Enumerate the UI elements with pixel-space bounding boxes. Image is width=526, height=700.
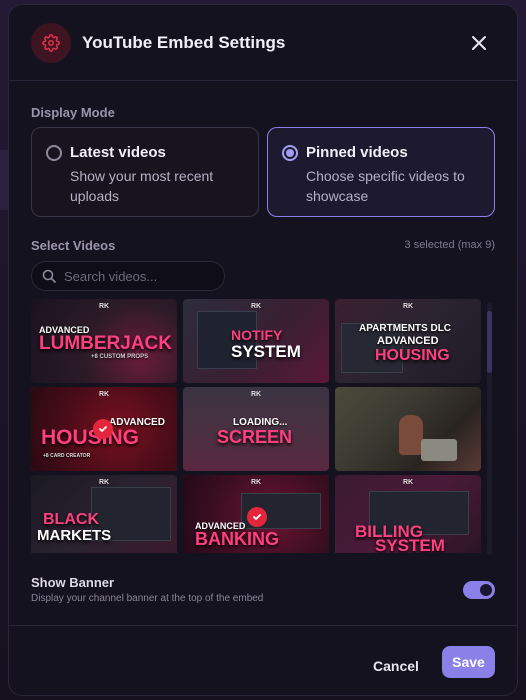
mode-option-pinned[interactable]: Pinned videos Choose specific videos to … <box>267 127 495 217</box>
brand-logo: RK <box>402 303 414 310</box>
selected-check-icon <box>247 507 267 527</box>
show-banner-toggle[interactable] <box>463 581 495 599</box>
brand-logo: RK <box>98 479 110 486</box>
video-thumb-scene[interactable] <box>335 387 481 471</box>
radio-pinned[interactable] <box>282 145 298 161</box>
radio-latest[interactable] <box>46 145 62 161</box>
search-input[interactable] <box>64 262 214 290</box>
show-banner-title: Show Banner <box>31 575 115 590</box>
brand-logo: RK <box>98 303 110 310</box>
video-title-line1: APARTMENTS DLC <box>359 323 452 334</box>
scrollbar-thumb[interactable] <box>487 311 492 373</box>
modal-header: YouTube Embed Settings <box>9 5 517 81</box>
video-title-line2: LUMBERJACK <box>39 333 172 354</box>
video-title-line3: +8 CARD CREATOR <box>43 453 91 459</box>
mode-title-pinned: Pinned videos <box>306 144 408 161</box>
search-icon <box>42 269 56 288</box>
video-thumb-housing[interactable]: RK ADVANCED HOUSING +8 CARD CREATOR <box>31 387 177 471</box>
video-title-line3: +8 CUSTOM PROPS <box>91 354 149 360</box>
search-box <box>31 261 225 291</box>
mode-option-latest[interactable]: Latest videos Show your most recent uplo… <box>31 127 259 217</box>
selected-count: 3 selected (max 9) <box>404 239 495 251</box>
video-title-line2: HOUSING <box>41 426 140 449</box>
show-banner-description: Display your channel banner at the top o… <box>31 593 264 604</box>
video-title-line3: HOUSING <box>375 347 450 364</box>
select-videos-label: Select Videos <box>31 238 116 253</box>
brand-logo: RK <box>250 479 262 486</box>
youtube-embed-settings-modal: YouTube Embed Settings Display Mode Late… <box>8 4 518 696</box>
video-thumb-notify[interactable]: RK NOTIFY SYSTEM <box>183 299 329 383</box>
brand-logo: RK <box>250 391 262 398</box>
video-title-line1: BLACK <box>43 511 99 528</box>
close-button[interactable] <box>469 33 489 53</box>
video-title-line2: SCREEN <box>217 427 293 447</box>
video-thumb-black-markets[interactable]: RK BLACK MARKETS <box>31 475 177 553</box>
mode-title-latest: Latest videos <box>70 144 166 161</box>
brand-logo: RK <box>402 479 414 486</box>
mode-desc-latest: Show your most recent uploads <box>70 168 214 204</box>
video-thumb-housing-dlc[interactable]: RK APARTMENTS DLC ADVANCED HOUSING <box>335 299 481 383</box>
brand-logo: RK <box>98 391 110 398</box>
footer-divider <box>9 625 517 626</box>
video-title-line2: SYSTEM <box>375 536 445 553</box>
video-thumb-lumberjack[interactable]: RK ADVANCED LUMBERJACK +8 CUSTOM PROPS <box>31 299 177 383</box>
cancel-button[interactable]: Cancel <box>364 650 428 682</box>
modal-title: YouTube Embed Settings <box>82 33 286 52</box>
mode-desc-pinned: Choose specific videos to showcase <box>306 168 465 204</box>
video-title-line2: ADVANCED <box>377 335 439 347</box>
video-thumb-banking[interactable]: RK ADVANCED BANKING <box>183 475 329 553</box>
video-title-line2: SYSTEM <box>231 342 301 361</box>
display-mode-label: Display Mode <box>31 105 115 120</box>
video-title-line2: BANKING <box>195 529 279 549</box>
video-thumb-billing[interactable]: RK BILLING SYSTEM <box>335 475 481 553</box>
close-icon <box>472 36 486 50</box>
video-thumb-loading[interactable]: RK LOADING... SCREEN <box>183 387 329 471</box>
video-title-line2: MARKETS <box>37 527 112 544</box>
gear-icon <box>31 23 71 63</box>
brand-logo: RK <box>250 303 262 310</box>
save-button[interactable]: Save <box>442 646 495 678</box>
video-grid-scrollbar[interactable] <box>487 303 492 555</box>
toggle-knob <box>480 584 492 596</box>
scene-object <box>421 439 457 461</box>
scene-figure <box>399 415 423 455</box>
video-grid: RK ADVANCED LUMBERJACK +8 CUSTOM PROPS R… <box>31 299 481 553</box>
selected-check-icon <box>93 419 113 439</box>
